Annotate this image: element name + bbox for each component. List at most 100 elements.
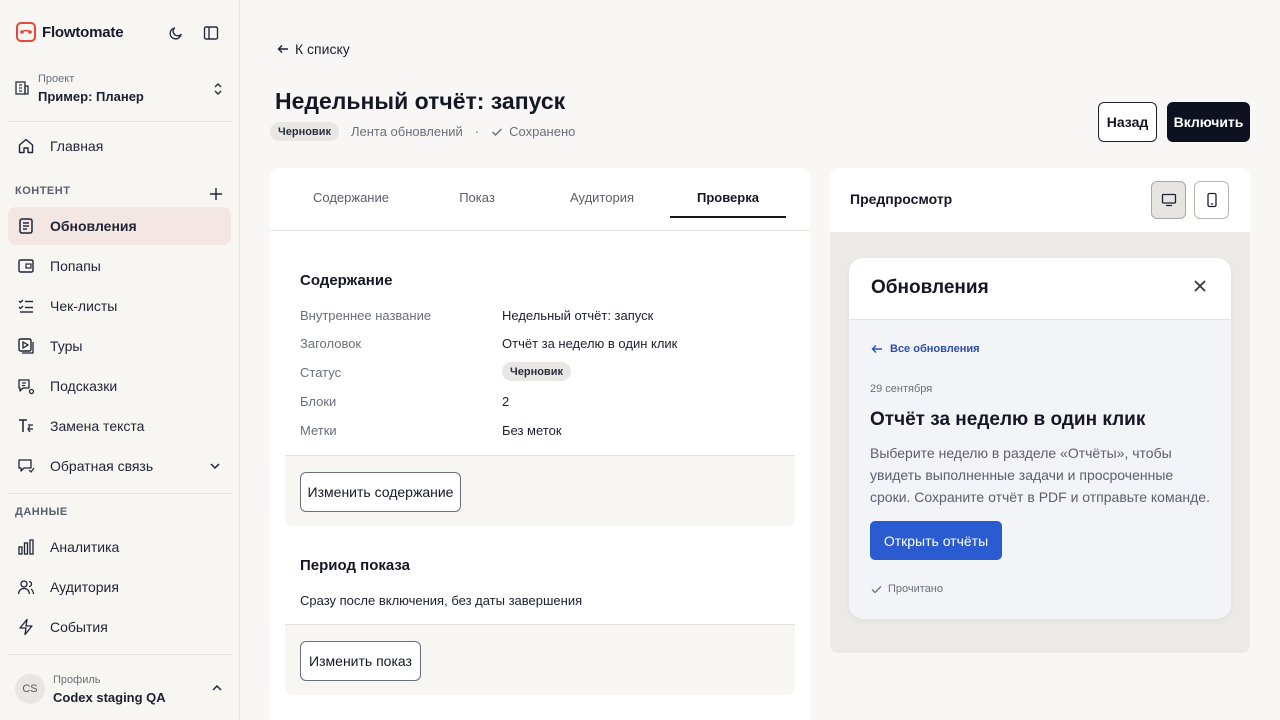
sidebar-item-label: События: [50, 619, 108, 635]
edit-content-button[interactable]: Изменить содержание: [300, 472, 461, 512]
back-to-list-link[interactable]: К списку: [277, 41, 350, 57]
building-icon: [15, 81, 29, 95]
all-updates-link[interactable]: Все обновления: [871, 343, 980, 355]
sidebar-item-audience[interactable]: Аудитория: [8, 568, 231, 606]
chevron-down-icon: [210, 463, 220, 470]
sidebar-item-tours[interactable]: Туры: [8, 327, 231, 365]
edit-display-button[interactable]: Изменить показ: [300, 641, 421, 681]
avatar: CS: [15, 674, 45, 704]
row-label-blocks: Блоки: [300, 394, 337, 409]
popup-icon: [16, 256, 36, 276]
sidebar-item-home[interactable]: Главная: [8, 127, 231, 165]
hint-icon: [16, 376, 36, 396]
sidebar-item-label: Обновления: [50, 218, 137, 234]
tab-review[interactable]: Проверка: [670, 190, 786, 205]
read-status: Прочитано: [871, 583, 943, 595]
sidebar-item-updates[interactable]: Обновления: [8, 207, 231, 245]
check-icon: [492, 128, 503, 136]
events-icon: [16, 617, 36, 637]
row-value-blocks: 2: [502, 394, 510, 409]
theme-toggle-button[interactable]: [165, 22, 187, 44]
tab-audience[interactable]: Аудитория: [544, 190, 660, 205]
section-label-data: ДАННЫЕ: [15, 506, 68, 518]
profile-menu[interactable]: CS Профиль Codex staging QA: [8, 665, 232, 715]
feedback-icon: [16, 456, 36, 476]
sidebar-item-analytics[interactable]: Аналитика: [8, 528, 231, 566]
sidebar-item-label: Туры: [50, 338, 83, 354]
update-date: 29 сентября: [870, 383, 933, 395]
mobile-icon: [1206, 192, 1217, 208]
updates-icon: [16, 216, 36, 236]
row-value-heading: Отчёт за неделю в один клик: [502, 336, 678, 351]
save-status: Сохранено: [491, 124, 575, 139]
sidebar-item-label: Замена текста: [50, 418, 145, 434]
sidebar-item-label: Обратная связь: [50, 458, 154, 474]
period-section-title: Период показа: [300, 557, 411, 574]
tab-display[interactable]: Показ: [419, 190, 535, 205]
open-reports-button[interactable]: Открыть отчёты: [870, 521, 1002, 560]
desktop-preview-button[interactable]: [1151, 181, 1186, 219]
check-icon: [871, 585, 882, 593]
preview-panel: Предпросмотр Обновления Все обновления 2…: [830, 168, 1250, 653]
active-tab-indicator: [670, 216, 786, 218]
tabs-bar: Содержание Показ Аудитория Проверка: [270, 168, 810, 231]
sidebar-item-text-replace[interactable]: Замена текста: [8, 407, 231, 445]
add-content-button[interactable]: [205, 183, 227, 205]
sidebar-toggle-button[interactable]: [200, 22, 222, 44]
audience-icon: [16, 577, 36, 597]
page-title: Недельный отчёт: запуск: [275, 88, 566, 114]
save-status-label: Сохранено: [509, 124, 576, 139]
sidebar-item-label: Подсказки: [50, 378, 118, 394]
project-name: Пример: Планер: [38, 89, 144, 104]
mobile-preview-button[interactable]: [1194, 181, 1229, 219]
moon-icon: [169, 27, 182, 40]
row-value-internal-name: Недельный отчёт: запуск: [502, 308, 654, 323]
project-switcher[interactable]: Проект Пример: Планер: [8, 66, 232, 112]
sidebar-item-label: Главная: [50, 138, 104, 154]
arrow-left-icon: [277, 45, 288, 53]
close-icon[interactable]: [1193, 279, 1207, 293]
all-updates-label: Все обновления: [890, 343, 980, 355]
updates-widget: Обновления Все обновления 29 сентября От…: [849, 258, 1231, 619]
update-heading: Отчёт за неделю в один клик: [870, 409, 1146, 430]
row-label-internal-name: Внутреннее название: [300, 308, 432, 323]
preview-title: Предпросмотр: [850, 191, 953, 207]
arrow-left-icon: [871, 345, 882, 353]
page-meta: Черновик Лента обновлений · Сохранено: [270, 122, 575, 141]
section-label-content: КОНТЕНТ: [15, 185, 71, 197]
sidebar-divider: [8, 654, 232, 655]
sidebar-item-events[interactable]: События: [8, 608, 231, 646]
review-panel: Содержание Показ Аудитория Проверка Соде…: [270, 168, 810, 720]
back-to-list-label: К списку: [295, 41, 350, 57]
sidebar-item-label: Попапы: [50, 258, 101, 274]
sidebar-item-feedback[interactable]: Обратная связь: [8, 447, 231, 485]
widget-title: Обновления: [871, 277, 989, 298]
sidebar-panel-icon: [203, 26, 219, 40]
sidebar-item-checklists[interactable]: Чек-листы: [8, 287, 231, 325]
sidebar-divider: [8, 493, 232, 494]
profile-name: Codex staging QA: [53, 690, 166, 705]
sidebar-item-label: Аналитика: [50, 539, 120, 555]
analytics-icon: [16, 537, 36, 557]
content-type: Лента обновлений: [350, 124, 463, 139]
meta-separator: ·: [474, 124, 480, 139]
row-value-tags: Без меток: [502, 423, 562, 438]
content-section-title: Содержание: [300, 272, 393, 289]
sidebar-item-popups[interactable]: Попапы: [8, 247, 231, 285]
read-status-label: Прочитано: [888, 583, 943, 595]
row-value-status: Черновик: [502, 362, 571, 381]
enable-button[interactable]: Включить: [1167, 102, 1250, 142]
period-actions: Изменить показ: [285, 624, 795, 695]
profile-label: Профиль: [53, 674, 101, 686]
sidebar-divider: [8, 121, 232, 122]
sidebar-item-hints[interactable]: Подсказки: [8, 367, 231, 405]
back-button[interactable]: Назад: [1098, 102, 1157, 142]
app-logo[interactable]: Flowtomate: [16, 22, 124, 42]
sidebar-item-label: Чек-листы: [50, 298, 118, 314]
project-label: Проект: [38, 73, 75, 85]
row-label-status: Статус: [300, 365, 342, 380]
home-icon: [16, 136, 36, 156]
tab-content[interactable]: Содержание: [293, 190, 409, 205]
sidebar-item-label: Аудитория: [50, 579, 119, 595]
chevron-up-icon: [212, 684, 222, 691]
